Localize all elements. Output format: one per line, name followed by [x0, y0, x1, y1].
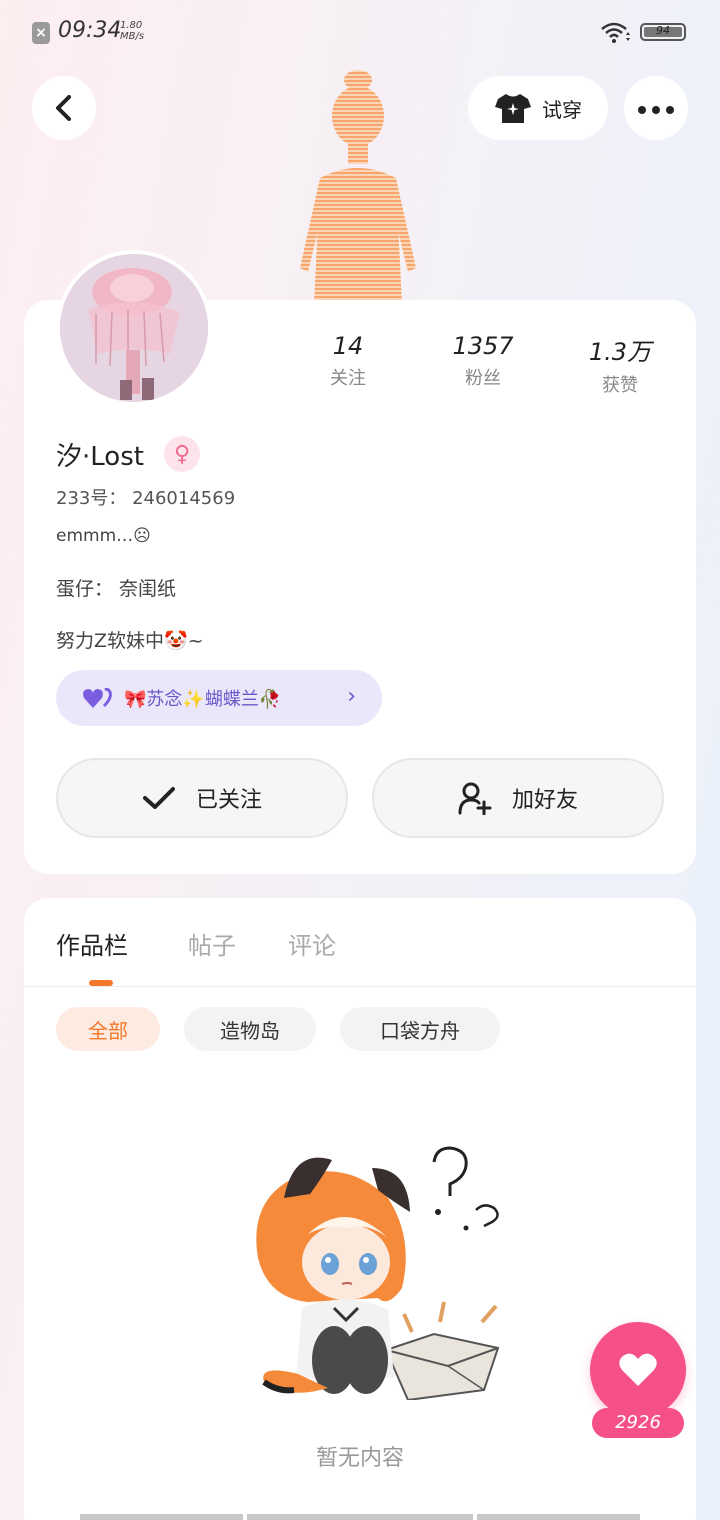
tab-divider [24, 986, 696, 987]
empty-state-text: 暂无内容 [315, 1446, 404, 1471]
following-count: 14 [332, 332, 364, 360]
bio-line-3: 努力Z软妹中🤡~ [56, 630, 204, 652]
double-heart-icon [83, 687, 112, 708]
tab-works[interactable]: 作品栏 [56, 926, 128, 961]
wifi-icon [600, 22, 630, 48]
filter-pocket-ark[interactable]: 口袋方舟 [340, 1007, 500, 1051]
tab-posts[interactable]: 帖子 [188, 926, 236, 961]
bio-line-1: emmm…☹ [56, 526, 151, 546]
followed-button[interactable]: 已关注 [56, 758, 348, 838]
stat-following[interactable]: 14 关注 [288, 332, 408, 390]
status-time: 09:34 [58, 18, 122, 43]
stat-likes[interactable]: 1.3万 获赞 [560, 332, 680, 397]
chevron-right-icon: › [347, 684, 356, 709]
shirt-sparkle-icon [495, 94, 531, 123]
avatar-3d-figure[interactable] [290, 68, 420, 304]
battery-level: 94 [656, 24, 670, 37]
try-on-label: 试穿 [542, 97, 582, 122]
more-dots-icon [635, 99, 677, 118]
empty-state-illustration [238, 1138, 508, 1402]
following-label: 关注 [330, 368, 366, 389]
network-speed-unit: MB/s [120, 31, 145, 42]
add-friend-label: 加好友 [511, 788, 578, 813]
add-friend-button[interactable]: 加好友 [372, 758, 664, 838]
content-placeholder-bar [247, 1514, 473, 1520]
bio-line-2: 蛋仔： 奈闺纸 [56, 578, 177, 600]
network-speed-value: 1.80 [120, 20, 143, 31]
notification-close-icon: × [32, 22, 50, 44]
user-id[interactable]: 233号： 246014569 [56, 484, 235, 510]
back-button[interactable] [32, 76, 96, 140]
add-user-icon [458, 782, 492, 815]
filter-all[interactable]: 全部 [56, 1007, 160, 1051]
avatar[interactable] [56, 250, 212, 406]
tab-comments[interactable]: 评论 [288, 926, 336, 961]
filter-creation-island[interactable]: 造物岛 [184, 1007, 316, 1051]
more-options-button[interactable] [624, 76, 688, 140]
fans-count: 1357 [452, 332, 514, 360]
like-count: 2926 [592, 1408, 684, 1438]
likes-received-count: 1.3万 [588, 338, 652, 366]
followed-label: 已关注 [195, 788, 262, 813]
chevron-left-icon [56, 95, 71, 121]
content-placeholder-bar [80, 1514, 243, 1520]
fans-label: 粉丝 [465, 368, 501, 389]
relationship-tag-text: 🎀苏念✨蝴蝶兰🥀 [124, 689, 282, 710]
female-gender-icon: ♀ [164, 436, 200, 472]
heart-icon [619, 1353, 657, 1386]
check-icon [142, 787, 175, 809]
stat-fans[interactable]: 1357 粉丝 [423, 332, 543, 390]
content-placeholder-bar [477, 1514, 640, 1520]
relationship-tag[interactable]: 🎀苏念✨蝴蝶兰🥀 › [56, 670, 382, 726]
username: 汐·Lost [56, 442, 144, 472]
try-on-button[interactable]: 试穿 [468, 76, 608, 140]
like-button[interactable] [590, 1322, 686, 1418]
battery-icon: 94 [640, 23, 686, 41]
status-bar: × 09:34 1.80 MB/s 94 [0, 0, 720, 64]
likes-received-label: 获赞 [602, 375, 638, 396]
network-speed: 1.80 MB/s [120, 20, 144, 42]
